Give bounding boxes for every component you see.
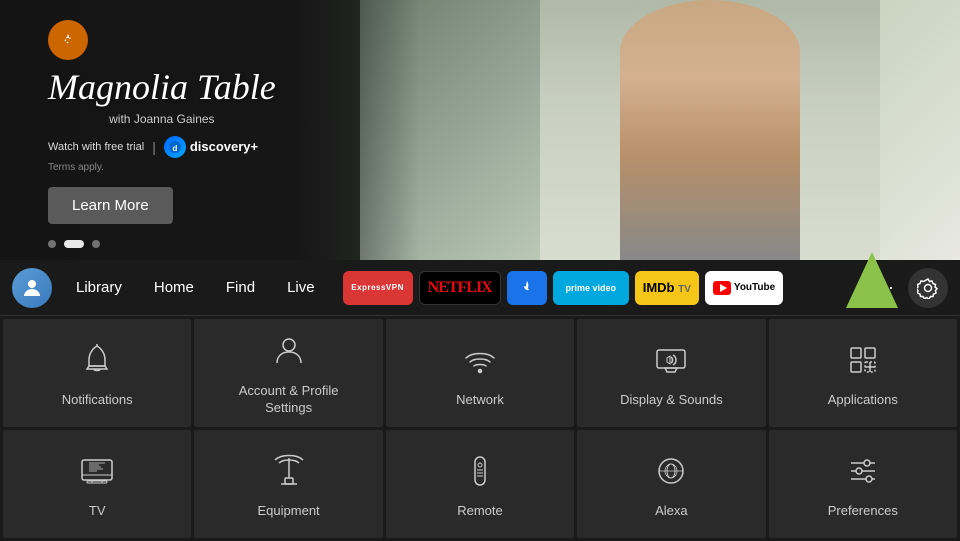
svg-text:d: d <box>172 144 177 153</box>
display-sounds-icon <box>653 342 689 378</box>
preferences-label: Preferences <box>828 503 898 520</box>
hero-dots <box>48 240 100 248</box>
nav-home[interactable]: Home <box>138 279 210 296</box>
app-imdb[interactable]: IMDb TV <box>635 271 699 305</box>
avatar[interactable] <box>12 268 52 308</box>
settings-grid: Notifications Account & ProfileSettings <box>0 316 960 541</box>
app-youtube[interactable]: YouTube <box>705 271 783 305</box>
hero-content: Magnolia Table with Joanna Gaines Watch … <box>48 20 276 224</box>
expressvpn-label: ExpressVPN <box>351 283 404 292</box>
equipment-label: Equipment <box>258 503 320 520</box>
hero-title: Magnolia Table <box>48 68 276 108</box>
tv-icon-container <box>75 449 119 493</box>
remote-icon-container <box>458 449 502 493</box>
discovery-svg: d <box>168 140 182 154</box>
account-icon <box>267 329 311 373</box>
app-netflix[interactable]: NETFLIX <box>419 271 501 305</box>
settings-preferences[interactable]: Preferences <box>769 430 957 538</box>
dot-3[interactable] <box>92 240 100 248</box>
learn-more-button[interactable]: Learn More <box>48 187 173 224</box>
gear-icon <box>917 277 939 299</box>
netflix-label: NETFLIX <box>428 279 492 297</box>
hero-badge <box>48 20 88 60</box>
network-label: Network <box>456 392 504 409</box>
display-icon <box>649 338 693 382</box>
hero-section: Magnolia Table with Joanna Gaines Watch … <box>0 0 960 260</box>
display-label: Display & Sounds <box>620 392 723 409</box>
firetv-icon <box>517 278 537 298</box>
account-label: Account & ProfileSettings <box>239 383 339 417</box>
nav-live[interactable]: Live <box>271 279 331 296</box>
dot-1[interactable] <box>48 240 56 248</box>
antenna-icon <box>271 453 307 489</box>
imdb-label: IMDb TV <box>643 280 691 295</box>
sliders-icon <box>845 453 881 489</box>
nav-links: Library Home Find Live <box>60 279 331 296</box>
settings-network[interactable]: Network <box>386 319 574 427</box>
settings-tv[interactable]: TV <box>3 430 191 538</box>
nav-find[interactable]: Find <box>210 279 271 296</box>
apps-icon <box>845 342 881 378</box>
hero-streaming-row: Watch with free trial | d discovery+ <box>48 136 276 158</box>
settings-alexa[interactable]: Alexa <box>577 430 765 538</box>
nav-apps: ExpressVPN NETFLIX prime video IMDb TV Y… <box>343 271 864 305</box>
discovery-logo: d discovery+ <box>164 136 258 158</box>
settings-notifications[interactable]: Notifications <box>3 319 191 427</box>
app-firetv[interactable] <box>507 271 547 305</box>
arrow-up-shape <box>846 252 898 308</box>
youtube-play-icon <box>713 281 731 295</box>
settings-button[interactable] <box>908 268 948 308</box>
settings-grid-wrapper: Notifications Account & ProfileSettings <box>0 316 960 540</box>
arrow-indicator <box>846 252 898 308</box>
preferences-icon-container <box>841 449 885 493</box>
settings-applications[interactable]: Applications <box>769 319 957 427</box>
equipment-icon-container <box>267 449 311 493</box>
navbar: Library Home Find Live ExpressVPN NETFLI… <box>0 260 960 316</box>
app-expressvpn[interactable]: ExpressVPN <box>343 271 413 305</box>
notifications-label: Notifications <box>62 392 133 409</box>
youtube-label: YouTube <box>713 281 775 295</box>
hero-divider: | <box>152 139 156 155</box>
remote-icon <box>462 453 498 489</box>
tv-label: TV <box>89 503 106 520</box>
remote-label: Remote <box>457 503 503 520</box>
hero-terms: Terms apply. <box>48 162 276 173</box>
person-icon <box>271 333 307 369</box>
bell-icon <box>79 342 115 378</box>
nav-library[interactable]: Library <box>60 279 138 296</box>
prime-label: prime video <box>565 283 616 293</box>
hero-person-image <box>540 0 880 260</box>
hero-subtitle: with Joanna Gaines <box>48 112 276 126</box>
hero-streaming-text: Watch with free trial <box>48 141 144 153</box>
settings-remote[interactable]: Remote <box>386 430 574 538</box>
settings-display[interactable]: Display & Sounds <box>577 319 765 427</box>
settings-equipment[interactable]: Equipment <box>194 430 382 538</box>
dot-2[interactable] <box>64 240 84 248</box>
network-icon <box>458 338 502 382</box>
wifi-icon <box>462 342 498 378</box>
applications-icon <box>841 338 885 382</box>
magnolia-icon <box>56 28 80 52</box>
notifications-icon <box>75 338 119 382</box>
tv-icon <box>79 453 115 489</box>
discovery-icon: d <box>164 136 186 158</box>
alexa-icon <box>653 453 689 489</box>
avatar-icon <box>20 276 44 300</box>
alexa-icon-container <box>649 449 693 493</box>
alexa-label: Alexa <box>655 503 688 520</box>
app-prime-video[interactable]: prime video <box>553 271 629 305</box>
discovery-plus-text: discovery+ <box>190 139 258 154</box>
settings-account[interactable]: Account & ProfileSettings <box>194 319 382 427</box>
applications-label: Applications <box>828 392 898 409</box>
